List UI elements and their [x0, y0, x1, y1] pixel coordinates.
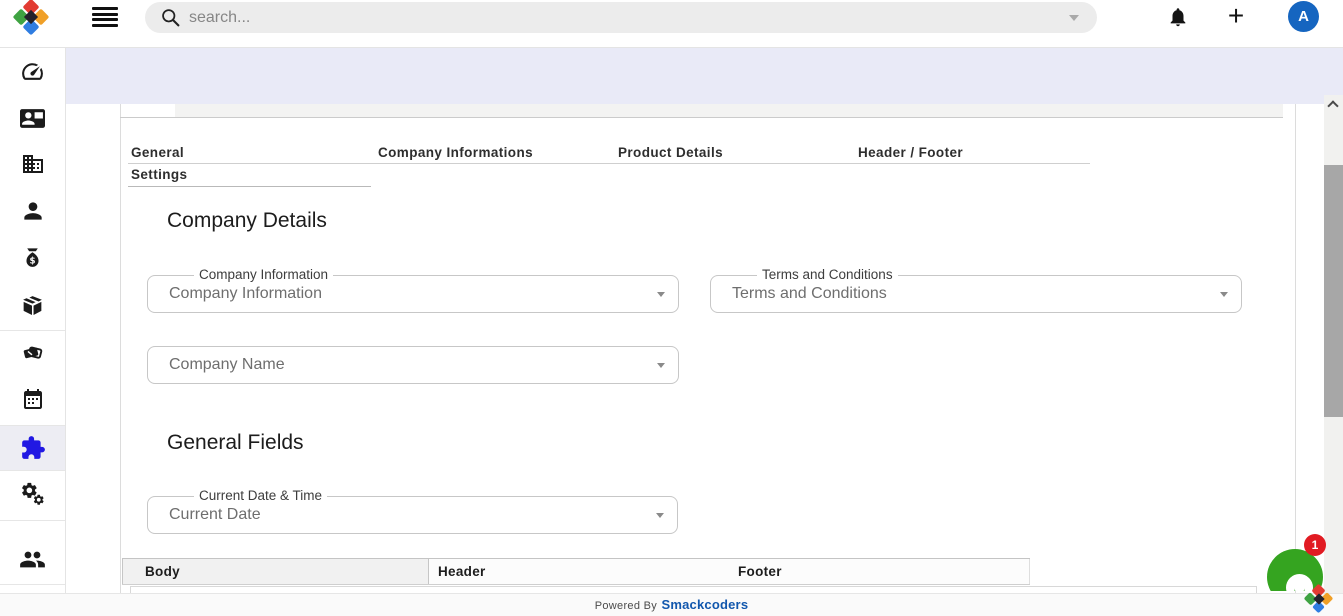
sidebar-item-invoices[interactable]	[0, 337, 65, 367]
active-tab-underline	[128, 186, 371, 187]
search-input[interactable]	[189, 2, 1049, 33]
scrollbar-thumb[interactable]	[1324, 165, 1343, 417]
settings-gears-icon	[20, 481, 46, 507]
section-title-company-details: Company Details	[167, 209, 327, 233]
extensions-puzzle-icon	[20, 435, 46, 461]
quick-create-plus-icon[interactable]: +	[1224, 0, 1248, 33]
tab-general-settings[interactable]: General Settings	[131, 142, 217, 186]
menu-hamburger-icon[interactable]	[92, 7, 118, 29]
tickets-icon	[20, 340, 45, 365]
package-icon	[20, 293, 45, 318]
money-bag-icon: $	[21, 246, 44, 270]
editor-tab-footer[interactable]: Footer	[731, 559, 1030, 584]
tab-header-footer[interactable]: Header / Footer	[858, 143, 963, 163]
contacts-card-icon	[20, 106, 45, 131]
sidebar-item-leads[interactable]	[0, 196, 65, 226]
sidebar-item-products[interactable]	[0, 290, 65, 320]
company-name-select[interactable]: Company Name	[147, 346, 679, 384]
tab-company-informations[interactable]: Company Informations	[378, 143, 533, 163]
search-scope-caret-icon[interactable]	[1069, 15, 1079, 21]
company-information-value: Company Information	[169, 276, 322, 312]
search-icon	[160, 7, 181, 28]
app-window: + A PDF MAKER › All › Adding new $	[0, 0, 1343, 616]
current-datetime-value: Current Date	[169, 497, 261, 533]
calendar-icon	[21, 387, 45, 411]
sidebar-item-users[interactable]	[0, 544, 65, 574]
company-name-value: Company Name	[169, 347, 285, 383]
powered-by-text: Powered By	[595, 600, 657, 612]
panel-divider	[120, 117, 1283, 118]
scrolled-panel-remnant	[175, 104, 1283, 117]
vertical-scrollbar[interactable]	[1324, 95, 1343, 593]
sidebar-item-organizations[interactable]	[0, 149, 65, 179]
sidebar-item-calendar[interactable]	[0, 384, 65, 414]
terms-and-conditions-value: Terms and Conditions	[732, 276, 887, 312]
section-title-general-fields: General Fields	[167, 431, 304, 455]
scroll-up-arrow-icon[interactable]	[1327, 100, 1338, 111]
chevron-down-icon	[1220, 292, 1228, 297]
tabs-underline	[128, 163, 1090, 164]
company-information-select[interactable]: Company Information Company Information	[147, 275, 679, 313]
breadcrumb-band	[66, 48, 1343, 104]
chevron-down-icon	[656, 513, 664, 518]
sidebar-divider	[0, 584, 65, 585]
sidebar-divider	[0, 520, 65, 521]
editor-tabs: Body Header Footer	[122, 558, 1030, 585]
user-avatar[interactable]: A	[1288, 1, 1319, 32]
card-right-border	[1295, 104, 1296, 593]
sidebar-item-settings[interactable]	[0, 479, 65, 509]
sidebar-item-contacts[interactable]	[0, 103, 65, 133]
sidebar-item-opportunities[interactable]: $	[0, 243, 65, 273]
global-search	[145, 2, 1097, 33]
notifications-bell-icon[interactable]	[1167, 5, 1189, 29]
tab-product-details[interactable]: Product Details	[618, 143, 723, 163]
organization-icon	[21, 152, 45, 176]
card-left-border	[120, 104, 121, 593]
app-sidebar: $	[0, 48, 66, 593]
person-icon	[20, 198, 46, 224]
page-footer: Powered By Smackcoders	[0, 593, 1343, 616]
current-datetime-select[interactable]: Current Date & Time Current Date	[147, 496, 678, 534]
chevron-down-icon	[657, 363, 665, 368]
smackcoders-link[interactable]: Smackcoders	[662, 597, 749, 612]
sidebar-item-dashboard[interactable]	[0, 56, 65, 86]
editor-tab-body[interactable]: Body	[122, 559, 429, 584]
top-bar: + A	[0, 0, 1343, 48]
dashboard-icon	[20, 59, 45, 84]
chevron-down-icon	[657, 292, 665, 297]
sidebar-item-extensions[interactable]	[0, 433, 65, 463]
chat-unread-badge: 1	[1304, 534, 1326, 556]
terms-and-conditions-select[interactable]: Terms and Conditions Terms and Condition…	[710, 275, 1242, 313]
sidebar-divider	[0, 330, 65, 331]
editor-tab-header[interactable]: Header	[429, 559, 731, 584]
smackcoders-footer-logo-icon[interactable]	[1305, 585, 1332, 612]
smackcoders-logo-icon[interactable]	[14, 0, 48, 34]
svg-text:$: $	[30, 257, 36, 267]
user-group-icon	[19, 546, 46, 573]
editor-area-top-edge	[130, 586, 1257, 593]
